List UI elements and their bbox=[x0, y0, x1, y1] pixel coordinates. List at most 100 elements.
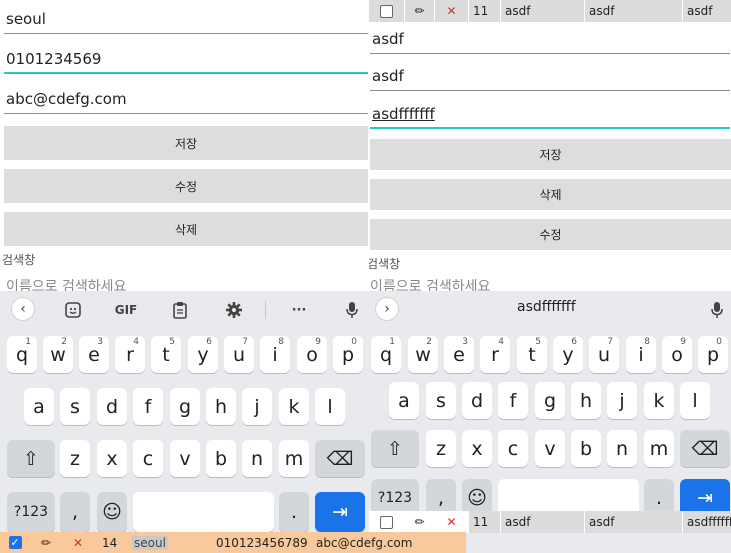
sticker-icon[interactable] bbox=[62, 299, 84, 321]
key-d[interactable]: d bbox=[97, 388, 127, 425]
key-i[interactable]: i8 bbox=[260, 336, 290, 373]
search-input[interactable]: 이름으로 검색하세요 bbox=[370, 276, 670, 291]
key-n[interactable]: n bbox=[607, 430, 637, 467]
key-b[interactable]: b bbox=[206, 440, 236, 477]
microphone-icon[interactable] bbox=[707, 299, 727, 321]
key-t[interactable]: t5 bbox=[517, 336, 547, 373]
key-w[interactable]: w2 bbox=[43, 336, 73, 373]
edit-icon[interactable]: ✏ bbox=[405, 0, 435, 22]
key-l[interactable]: l bbox=[315, 388, 345, 425]
more-options-icon[interactable]: ··· bbox=[288, 299, 310, 321]
key-f[interactable]: f bbox=[498, 382, 528, 419]
backspace-key[interactable]: ⌫ bbox=[315, 440, 365, 477]
address-field[interactable]: seoul bbox=[4, 0, 368, 34]
key-q[interactable]: q1 bbox=[7, 336, 37, 373]
key-y[interactable]: y6 bbox=[553, 336, 583, 373]
row-checkbox[interactable]: ✓ bbox=[0, 532, 30, 553]
key-k[interactable]: k bbox=[279, 388, 309, 425]
key-r[interactable]: r4 bbox=[480, 336, 510, 373]
key-j[interactable]: j bbox=[242, 388, 272, 425]
key-v[interactable]: v bbox=[170, 440, 200, 477]
save-button[interactable]: 저장 bbox=[4, 126, 368, 160]
key-g[interactable]: g bbox=[535, 382, 565, 419]
delete-button[interactable]: 삭제 bbox=[370, 179, 731, 210]
key-w[interactable]: w2 bbox=[408, 336, 438, 373]
key-z[interactable]: z bbox=[60, 440, 90, 477]
edit-icon[interactable]: ✏ bbox=[30, 532, 62, 553]
key-x[interactable]: x bbox=[97, 440, 127, 477]
phone-field[interactable]: 0101234569 bbox=[4, 40, 368, 74]
period-key[interactable]: . bbox=[279, 492, 309, 532]
search-label: 검색창 bbox=[2, 253, 36, 267]
key-k[interactable]: k bbox=[644, 382, 674, 419]
key-z[interactable]: z bbox=[426, 430, 456, 467]
shift-key[interactable]: ⇧ bbox=[371, 430, 419, 467]
key-a[interactable]: a bbox=[389, 382, 419, 419]
address-field[interactable]: asdf bbox=[370, 24, 730, 54]
suggestion-chip[interactable]: asdfffffff bbox=[517, 299, 576, 315]
key-u[interactable]: u7 bbox=[589, 336, 619, 373]
key-l[interactable]: l bbox=[680, 382, 710, 419]
edit-icon[interactable]: ✏ bbox=[405, 511, 435, 533]
key-b[interactable]: b bbox=[571, 430, 601, 467]
key-h[interactable]: h bbox=[206, 388, 236, 425]
comma-key[interactable]: , bbox=[60, 492, 90, 532]
table-row[interactable]: ✏ ✕ 11 asdf asdf asdf bbox=[369, 0, 731, 22]
key-m[interactable]: m bbox=[644, 430, 674, 467]
update-button[interactable]: 수정 bbox=[370, 219, 731, 250]
key-x[interactable]: x bbox=[462, 430, 492, 467]
key-q[interactable]: q1 bbox=[371, 336, 401, 373]
email-field[interactable]: asdfffffff bbox=[370, 96, 730, 129]
microphone-icon[interactable] bbox=[342, 299, 362, 321]
key-n[interactable]: n bbox=[242, 440, 272, 477]
key-g[interactable]: g bbox=[170, 388, 200, 425]
chevron-left-icon[interactable]: ‹ bbox=[11, 297, 35, 321]
key-f[interactable]: f bbox=[133, 388, 163, 425]
chevron-right-icon[interactable]: › bbox=[375, 297, 399, 321]
key-c[interactable]: c bbox=[498, 430, 528, 467]
key-s[interactable]: s bbox=[426, 382, 456, 419]
enter-key[interactable]: ⇥ bbox=[315, 492, 365, 532]
shift-key[interactable]: ⇧ bbox=[7, 440, 55, 477]
delete-icon[interactable]: ✕ bbox=[435, 511, 469, 533]
key-v[interactable]: v bbox=[535, 430, 565, 467]
selected-table-row[interactable]: ✓ ✏ ✕ 14 seoul 010123456789 abc@cdefg.co… bbox=[0, 532, 466, 553]
key-p[interactable]: p0 bbox=[698, 336, 728, 373]
email-field[interactable]: abc@cdefg.com bbox=[4, 80, 368, 114]
key-j[interactable]: j bbox=[607, 382, 637, 419]
key-p[interactable]: p0 bbox=[333, 336, 363, 373]
key-m[interactable]: m bbox=[279, 440, 309, 477]
delete-icon[interactable]: ✕ bbox=[62, 532, 94, 553]
key-o[interactable]: o9 bbox=[662, 336, 692, 373]
gif-button[interactable]: GIF bbox=[112, 299, 140, 321]
key-u[interactable]: u7 bbox=[224, 336, 254, 373]
space-key[interactable] bbox=[133, 492, 274, 532]
clipboard-icon[interactable] bbox=[169, 299, 191, 321]
save-button[interactable]: 저장 bbox=[370, 139, 731, 170]
key-i[interactable]: i8 bbox=[626, 336, 656, 373]
phone-field[interactable]: asdf bbox=[370, 60, 730, 91]
row-checkbox[interactable] bbox=[369, 0, 405, 22]
key-r[interactable]: r4 bbox=[115, 336, 145, 373]
delete-icon[interactable]: ✕ bbox=[435, 0, 469, 22]
key-d[interactable]: d bbox=[462, 382, 492, 419]
key-o[interactable]: o9 bbox=[297, 336, 327, 373]
symbols-key[interactable]: ?123 bbox=[7, 492, 55, 532]
table-row[interactable]: ✏ ✕ 11 asdf asdf asdfffffff bbox=[369, 511, 731, 533]
key-y[interactable]: y6 bbox=[188, 336, 218, 373]
key-s[interactable]: s bbox=[60, 388, 90, 425]
backspace-key[interactable]: ⌫ bbox=[680, 430, 730, 467]
update-button[interactable]: 수정 bbox=[4, 169, 368, 203]
key-h[interactable]: h bbox=[571, 382, 601, 419]
row-checkbox[interactable] bbox=[369, 511, 405, 533]
key-a[interactable]: a bbox=[24, 388, 54, 425]
key-e[interactable]: e3 bbox=[79, 336, 109, 373]
search-input[interactable]: 이름으로 검색하세요 bbox=[6, 276, 306, 291]
key-t[interactable]: t5 bbox=[151, 336, 181, 373]
gear-icon[interactable] bbox=[223, 299, 245, 321]
emoji-key[interactable]: ☺ bbox=[97, 492, 127, 532]
row-phone: 010123456789 bbox=[216, 535, 308, 550]
delete-button[interactable]: 삭제 bbox=[4, 212, 368, 246]
key-c[interactable]: c bbox=[133, 440, 163, 477]
key-e[interactable]: e3 bbox=[444, 336, 474, 373]
